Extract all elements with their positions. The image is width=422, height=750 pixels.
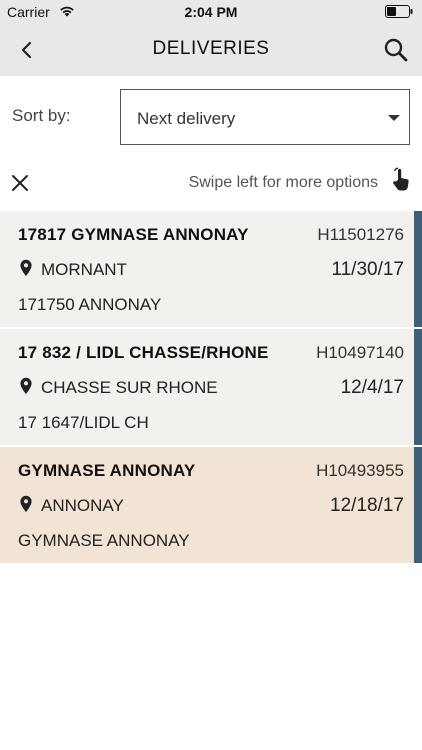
close-icon[interactable] xyxy=(10,173,30,193)
delivery-card[interactable]: 17 832 / LIDL CHASSE/RHONE H10497140 CHA… xyxy=(0,329,422,445)
location-pin-icon xyxy=(20,377,32,394)
page-title: DELIVERIES xyxy=(152,38,270,59)
caret-down-icon xyxy=(388,115,400,121)
delivery-card[interactable]: 17817 GYMNASE ANNONAY H11501276 MORNANT … xyxy=(0,211,422,327)
card-accent-bar xyxy=(414,211,422,327)
delivery-code: H10493955 xyxy=(316,461,404,480)
delivery-city: CHASSE SUR RHONE xyxy=(41,378,218,397)
delivery-code: H10497140 xyxy=(316,343,404,362)
swipe-hint-text: Swipe left for more options xyxy=(188,174,378,191)
card-accent-bar xyxy=(414,447,422,563)
delivery-city: MORNANT xyxy=(41,260,127,279)
delivery-title: 17817 GYMNASE ANNONAY xyxy=(18,225,249,244)
battery-icon xyxy=(385,5,413,18)
delivery-date: 11/30/17 xyxy=(331,259,404,280)
status-time: 2:04 PM xyxy=(184,4,238,20)
delivery-card[interactable]: GYMNASE ANNONAY H10493955 ANNONAY 12/18/… xyxy=(0,447,422,563)
location-pin-icon xyxy=(20,259,32,276)
delivery-title: GYMNASE ANNONAY xyxy=(18,461,196,480)
sort-selected-value: Next delivery xyxy=(137,109,236,128)
sort-label: Sort by: xyxy=(12,106,71,125)
delivery-subtitle: 171750 ANNONAY xyxy=(18,295,162,314)
status-bar: Carrier 2:04 PM xyxy=(0,0,422,24)
delivery-subtitle: 17 1647/LIDL CH xyxy=(18,413,149,432)
nav-bar: DELIVERIES xyxy=(0,24,422,76)
location-pin-icon xyxy=(20,495,32,512)
sort-select[interactable]: Next delivery xyxy=(120,89,410,145)
card-accent-bar xyxy=(414,329,422,445)
swipe-hand-icon xyxy=(393,167,409,191)
delivery-code: H11501276 xyxy=(317,225,404,244)
search-icon[interactable] xyxy=(383,37,409,63)
delivery-city: ANNONAY xyxy=(41,496,124,515)
deliveries-list: 17817 GYMNASE ANNONAY H11501276 MORNANT … xyxy=(0,211,422,565)
delivery-subtitle: GYMNASE ANNONAY xyxy=(18,531,190,550)
delivery-date: 12/4/17 xyxy=(340,377,404,398)
delivery-date: 12/18/17 xyxy=(330,495,404,516)
delivery-title: 17 832 / LIDL CHASSE/RHONE xyxy=(18,343,269,362)
